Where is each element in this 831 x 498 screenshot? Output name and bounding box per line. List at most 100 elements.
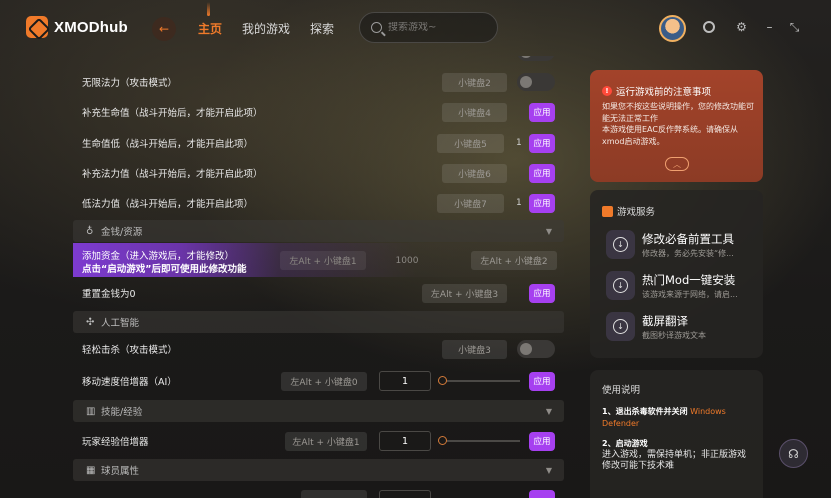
notice-title: ! 运行游戏前的注意事项 [602,84,711,98]
back-button[interactable]: ← [152,17,176,41]
usage-step-title: 2、启动游戏 [602,439,648,448]
section-skills[interactable]: ▥ 技能/经验 ▼ [73,400,564,422]
nav-home[interactable]: 主页 [198,2,222,37]
ai-icon: ✣ [86,316,95,328]
hotkey-field[interactable]: 小键盘4 [442,102,507,122]
mod-row: 低法力值（战斗开始后，才能开启此项） 小键盘7 1 应用 [73,189,564,217]
hotkey-field[interactable]: 小键盘2 [442,72,507,92]
section-player[interactable]: ▦ 球员属性 ▼ [73,459,564,481]
section-title: 技能/经验 [101,407,143,418]
mod-label: 补充生命值（战斗开始后，才能开启此项） [82,108,263,119]
usage-step-body: 进入游戏，需保持单机；非正版游戏修改可能下技术难 [602,449,747,472]
apply-button[interactable]: 应用 [529,102,555,122]
service-name: 热门Mod一键安装 [642,273,736,287]
service-item[interactable]: ↓ 截屏翻译 截图秒译游戏文本 [606,310,756,344]
hotkey-field[interactable]: 小键盘6 [442,163,507,183]
settings-button[interactable]: ⚙ [735,21,748,34]
add-money-row: 添加资金（进入游戏后，才能修改） 点击“启动游戏”后即可使用此修改功能 左Alt… [73,243,564,277]
apply-button[interactable] [529,490,555,498]
usage-step-1: 1、退出杀毒软件并关闭 Windows Defender [602,406,754,429]
app-name: XMODhub [54,18,128,36]
slider-handle[interactable] [438,436,447,445]
mod-row-partial [73,486,564,498]
search-input[interactable] [388,22,488,33]
hotkey-field[interactable]: 左Alt + 小键盘0 [281,371,367,391]
mod-count: 1 [516,138,522,148]
chevron-down-icon: ▼ [545,226,552,236]
apply-button[interactable]: 应用 [529,371,555,391]
apply-button[interactable]: 应用 [529,163,555,183]
download-icon: ↓ [606,271,635,300]
xmod-logo-icon [26,16,48,38]
minimize-button[interactable]: – [763,21,776,34]
hotkey-field[interactable] [301,490,367,498]
mod-row: 轻松击杀（攻击模式） 小键盘3 [73,335,564,363]
mod-label: 生命值低（战斗开始后，才能开启此项） [82,139,254,150]
service-name: 截屏翻译 [642,314,688,328]
mod-row: 无限法力（攻击模式） 小键盘2 [73,68,564,96]
money-bag-icon: ♁ [86,225,94,237]
mod-label: 补充法力值（战斗开始后，才能开启此项） [82,169,263,180]
service-desc: 该游戏来源于网络，请启... [642,290,738,299]
nav-explore[interactable]: 探索 [310,20,334,37]
apply-button[interactable]: 应用 [529,283,555,303]
value-slider[interactable] [438,380,520,382]
maximize-button[interactable]: ⤡ [788,21,801,34]
hotkey-field[interactable]: 小键盘5 [437,133,504,153]
hotkey-field[interactable]: 左Alt + 小键盘1 [280,251,366,270]
download-icon: ↓ [606,312,635,341]
section-title: 球员属性 [101,466,140,477]
hotkey-field[interactable]: 左Alt + 小键盘2 [471,251,557,270]
headset-icon: ☊ [788,446,799,461]
apply-button[interactable]: 应用 [529,133,555,153]
hotkey-field[interactable]: 小键盘3 [442,339,507,359]
mod-count: 1 [516,198,522,208]
mod-row: 移动速度倍增器（AI） 左Alt + 小键盘0 1 应用 [73,367,564,395]
mod-row-partial [73,56,564,66]
mod-row: 补充法力值（战斗开始后，才能开启此项） 小键盘6 应用 [73,159,564,187]
section-money[interactable]: ♁ 金钱/资源 ▼ [73,220,564,242]
value-input[interactable]: 1 [379,371,431,391]
section-ai[interactable]: ✣ 人工智能 [73,311,564,333]
usage-step-2: 2、启动游戏 进入游戏，需保持单机；非正版游戏修改可能下技术难 [602,438,754,473]
bar-chart-icon: ▥ [86,405,96,417]
expand-notice-button[interactable]: ︿ [665,157,689,171]
mod-label: 重置金钱为0 [82,289,136,300]
mod-list[interactable]: 无限法力（攻击模式） 小键盘2 补充生命值（战斗开始后，才能开启此项） 小键盘4… [73,56,564,498]
value-input[interactable]: 1 [379,431,431,451]
section-title: 金钱/资源 [101,227,143,238]
value-input[interactable] [379,490,431,498]
mod-toggle[interactable] [517,340,555,358]
usage-step-title: 1、退出杀毒软件并关闭 [602,407,688,416]
search-box[interactable] [359,12,498,43]
slider-handle[interactable] [438,376,447,385]
nav-my-games[interactable]: 我的游戏 [242,20,290,37]
services-title-text: 游戏服务 [617,207,656,218]
avatar[interactable] [659,15,686,42]
service-desc: 修改器，务必先安装“修... [642,249,734,258]
app-logo[interactable]: XMODhub [26,16,128,38]
value-input[interactable]: 1000 [378,251,436,270]
hotkey-field[interactable]: 小键盘7 [437,193,504,213]
support-button[interactable]: ☊ [779,439,808,468]
mod-toggle[interactable] [517,73,555,91]
usage-title: 使用说明 [602,385,641,396]
warning-icon: ! [602,86,612,96]
service-item[interactable]: ↓ 修改必备前置工具 修改器，务必先安装“修... [606,228,756,262]
chevron-up-icon: ︿ [673,159,681,169]
value-slider[interactable] [438,440,520,442]
mod-row: 生命值低（战斗开始后，才能开启此项） 小键盘5 1 应用 [73,129,564,157]
mod-toggle[interactable] [517,56,555,61]
mod-label: 添加资金（进入游戏后，才能修改） [82,251,235,262]
notice-body: 如果您不按这些说明操作，您的修改功能可能无法正常工作 本游戏使用EAC反作弊系统… [602,102,754,146]
section-title: 人工智能 [101,318,140,329]
mod-label: 低法力值（战斗开始后，才能开启此项） [82,199,254,210]
apply-button[interactable]: 应用 [529,431,555,451]
arrow-left-icon: ← [158,22,170,36]
hotkey-field[interactable]: 左Alt + 小键盘3 [422,283,507,303]
apply-button[interactable]: 应用 [529,193,555,213]
coin-button[interactable] [703,21,716,34]
hotkey-field[interactable]: 左Alt + 小键盘1 [285,431,367,451]
service-item[interactable]: ↓ 热门Mod一键安装 该游戏来源于网络，请启... [606,269,756,303]
service-desc: 截图秒译游戏文本 [642,331,706,340]
